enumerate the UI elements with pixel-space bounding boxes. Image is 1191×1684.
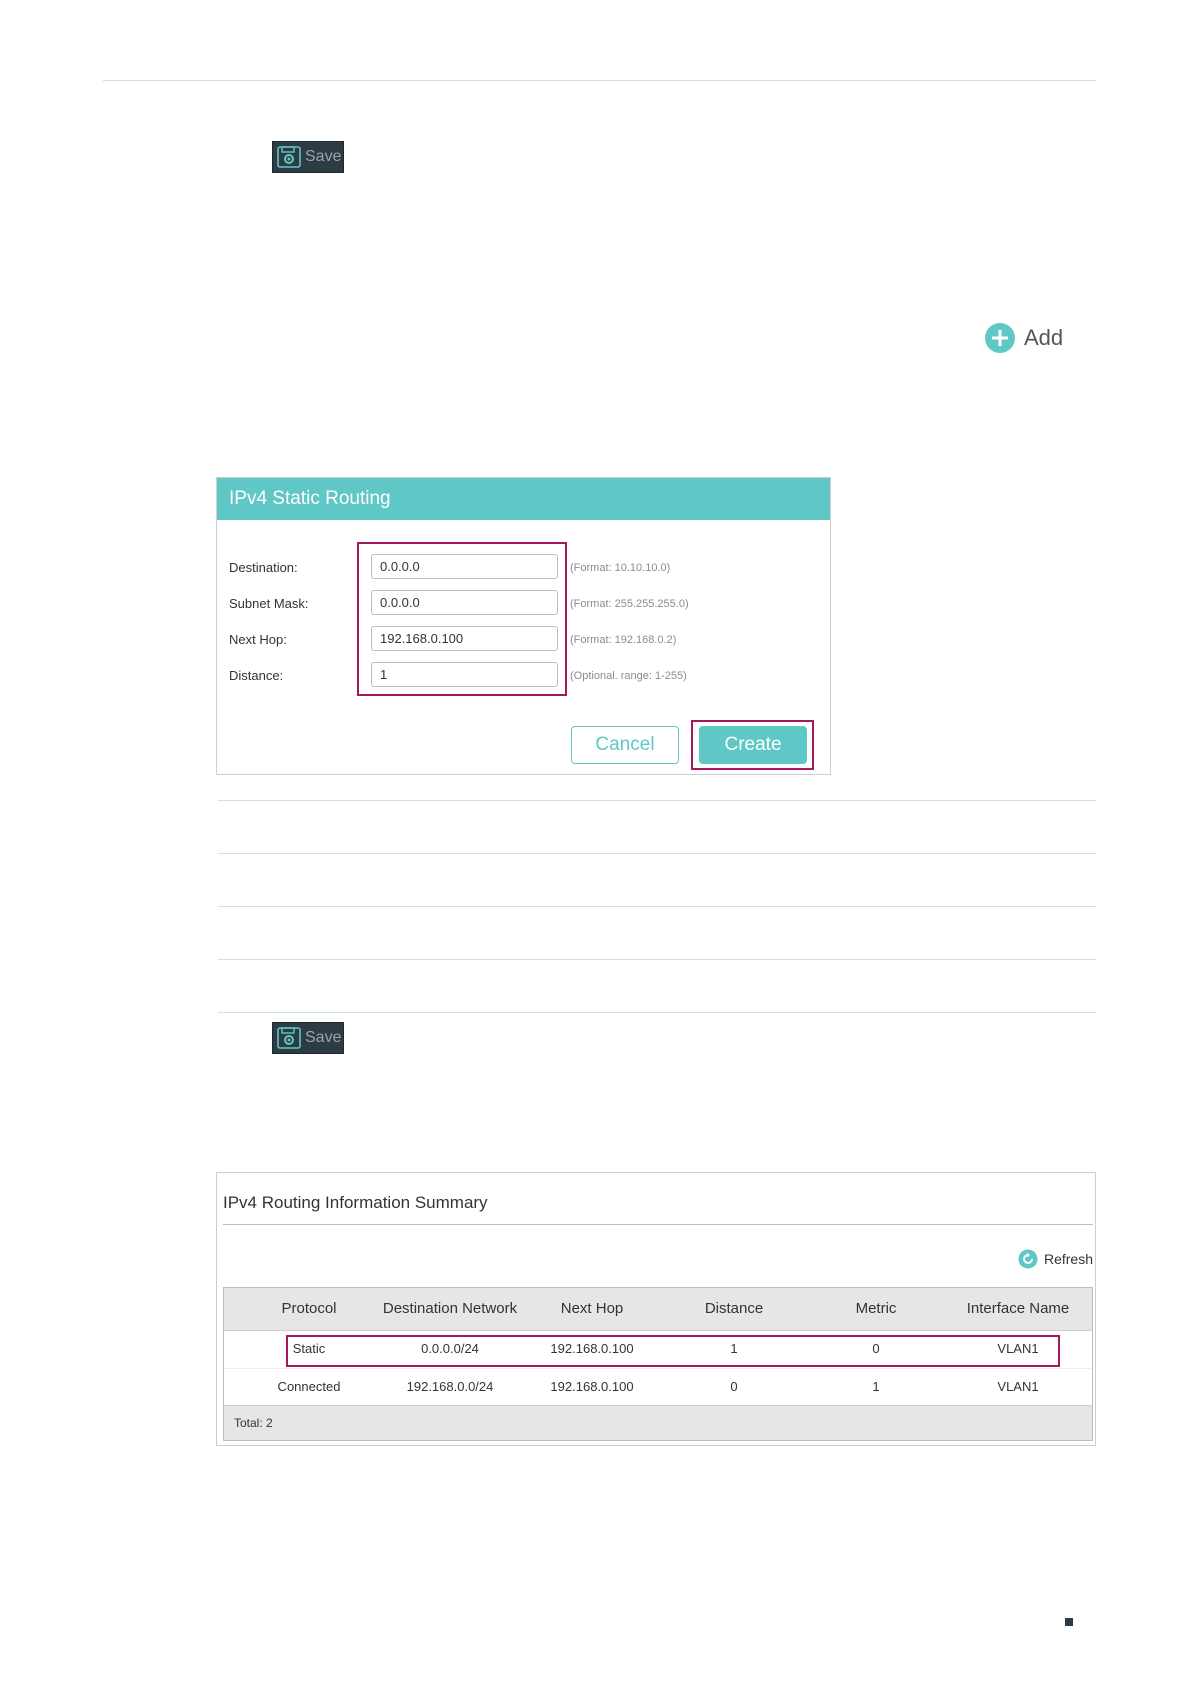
save-button[interactable]: Save [272,141,344,173]
summary-title-underline [223,1224,1093,1225]
save-button-label: Save [305,1029,342,1046]
cancel-button[interactable]: Cancel [571,726,679,764]
save-button-label: Save [305,148,342,165]
table-header: Protocol Destination Network Next Hop Di… [224,1288,1092,1331]
total-count: Total: 2 [234,1416,273,1430]
distance-label: Distance: [229,668,284,683]
destination-hint: (Format: 10.10.10.0) [570,562,671,574]
table-cell: VLAN1 [997,1379,1039,1394]
create-highlight-box [691,720,814,770]
separator-line [218,906,1096,907]
save-button[interactable]: Save [272,1022,344,1054]
static-routing-panel: IPv4 Static Routing Destination: (Format… [216,477,831,775]
table-row[interactable]: Connected 192.168.0.0/24 192.168.0.100 0… [224,1368,1092,1405]
static-row-highlight-box [286,1335,1060,1367]
table-cell: Connected [277,1379,341,1394]
subnet-mask-hint: (Format: 255.255.255.0) [570,598,689,610]
refresh-label: Refresh [1043,1251,1093,1267]
next-hop-label: Next Hop: [229,632,287,647]
distance-hint: (Optional. range: 1-255) [570,670,687,682]
refresh-button[interactable]: Refresh [1018,1249,1093,1269]
column-header[interactable]: Distance [705,1300,763,1317]
routing-summary-panel: IPv4 Routing Information Summary Refresh… [216,1172,1096,1446]
add-button[interactable]: Add [984,322,1063,354]
separator-line [218,1012,1096,1013]
separator-line [218,800,1096,801]
subnet-mask-label: Subnet Mask: [229,596,309,611]
plus-circle-icon [985,323,1015,353]
save-gear-icon [277,146,301,168]
add-label: Add [1024,325,1064,350]
column-header[interactable]: Interface Name [967,1300,1070,1317]
table-cell: 192.168.0.0/24 [406,1379,494,1394]
next-hop-hint: (Format: 192.168.0.2) [570,634,677,646]
column-header[interactable]: Next Hop [561,1300,624,1317]
panel-title: IPv4 Static Routing [217,478,830,520]
table-cell: 0 [730,1379,738,1394]
top-divider [103,80,1096,81]
refresh-icon [1018,1249,1038,1269]
column-header[interactable]: Destination Network [383,1300,517,1317]
table-cell: 1 [872,1379,880,1394]
summary-title: IPv4 Routing Information Summary [223,1193,488,1212]
separator-line [218,853,1096,854]
destination-label: Destination: [229,560,298,575]
table-footer: Total: 2 [224,1405,1092,1440]
column-header[interactable]: Metric [856,1300,897,1317]
separator-line [218,959,1096,960]
column-header[interactable]: Protocol [281,1300,336,1317]
save-gear-icon [277,1027,301,1049]
page-marker [1065,1618,1073,1626]
fields-highlight-box [357,542,567,696]
routing-table: Protocol Destination Network Next Hop Di… [223,1287,1093,1441]
table-cell: 192.168.0.100 [550,1379,634,1394]
